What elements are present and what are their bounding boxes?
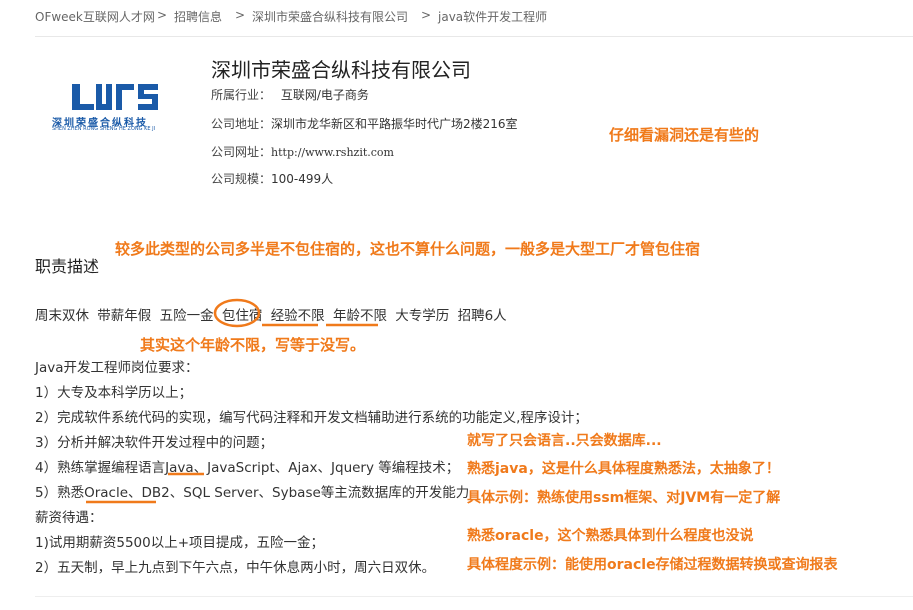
requirement-item: 4）熟练掌握编程语言Java、JavaScript、Ajax、Jquery 等编…	[35, 460, 460, 476]
requirements-heading: Java开发工程师岗位要求：	[35, 360, 199, 376]
salary-item: 2）五天制，早上九点到下午六点，中午休息两小时，周六日双休。	[35, 560, 436, 576]
annotation-java-detail: 熟悉java，这是什么具体程度熟悉法，太抽象了！	[467, 461, 780, 477]
requirement-item: 2）完成软件系统代码的实现，编写代码注释和开发文档辅助进行系统的功能定义,程序设…	[35, 410, 588, 426]
housing-circle-mark	[213, 298, 261, 328]
annotation-marks	[86, 298, 378, 504]
annotation-oracle-detail: 熟悉oracle，这个熟悉具体到什么程度也没说	[467, 528, 754, 544]
annotation-only-language: 就写了只会语言..只会数据库...	[467, 433, 662, 449]
requirement-item: 5）熟悉Oracle、DB2、SQL Server、Sybase等主流数据库的开…	[35, 485, 470, 501]
annotation-java-example: 具体示例：熟练使用ssm框架、对JVM有一定了解	[467, 490, 781, 506]
annotation-age: 其实这个年龄不限，写等于没写。	[140, 336, 366, 354]
divider	[35, 596, 913, 597]
annotation-oracle-example: 具体程度示例：能使用oracle存储过程数据转换或查询报表	[467, 557, 838, 573]
requirement-item: 1）大专及本科学历以上；	[35, 385, 193, 401]
requirement-item: 3）分析并解决软件开发过程中的问题；	[35, 435, 274, 451]
salary-heading: 薪资待遇：	[35, 510, 103, 526]
salary-item: 1)试用期薪资5500以上+项目提成，五险一金；	[35, 535, 325, 551]
